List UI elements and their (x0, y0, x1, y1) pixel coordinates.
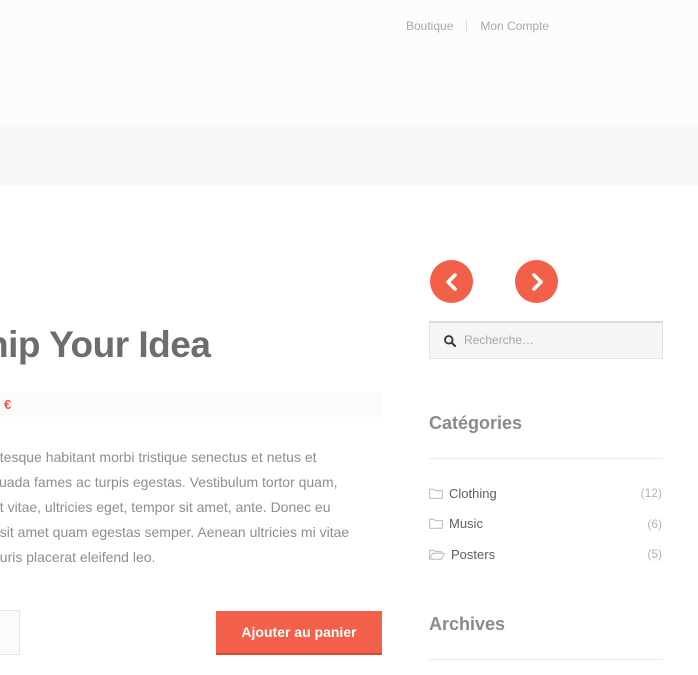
search-box (429, 321, 663, 359)
shop-link[interactable]: Boutique (406, 19, 453, 33)
category-item-clothing[interactable]: Clothing (12) (429, 478, 663, 509)
price-bar: € (0, 393, 382, 417)
add-to-cart-button[interactable]: Ajouter au panier (216, 611, 382, 655)
product-price: € (4, 397, 12, 412)
product-title: hip Your Idea (0, 324, 211, 365)
chevron-left-icon (445, 272, 457, 291)
next-product-button[interactable] (515, 260, 558, 303)
category-list: Clothing (12) Music (6) Posters (5) (429, 478, 663, 570)
description-line: auris placerat eleifend leo. (0, 549, 156, 565)
category-count: (12) (640, 486, 662, 501)
chevron-right-icon (531, 272, 543, 291)
category-count: (5) (647, 547, 662, 562)
category-name: Posters (451, 546, 496, 562)
search-input[interactable] (464, 325, 656, 355)
product-description: ntesque habitant morbi tristique senectu… (0, 445, 384, 570)
quantity-input[interactable] (0, 610, 20, 655)
widget-divider (429, 659, 663, 660)
archives-title: Archives (429, 614, 506, 634)
navigation-band (0, 127, 698, 186)
search-icon (444, 335, 456, 347)
category-item-music[interactable]: Music (6) (429, 509, 663, 540)
top-header: Boutique Mon Compte (0, 0, 698, 127)
folder-icon (429, 488, 443, 499)
folder-icon (429, 518, 443, 530)
link-separator (466, 19, 468, 33)
category-name: Music (449, 516, 483, 532)
description-line: suada fames ac turpis egestas. Vestibulu… (0, 474, 338, 490)
category-name: Clothing (449, 485, 497, 501)
description-line: at vitae, ultricies eget, tempor sit ame… (0, 499, 331, 515)
previous-product-button[interactable] (430, 260, 473, 303)
category-item-posters[interactable]: Posters (5) (429, 539, 663, 570)
description-line: ntesque habitant morbi tristique senectu… (0, 449, 317, 465)
folder-open-icon (429, 549, 445, 560)
header-links: Boutique Mon Compte (406, 19, 549, 33)
category-count: (6) (647, 516, 662, 531)
description-line: , sit amet quam egestas semper. Aenean u… (0, 524, 350, 540)
my-account-link[interactable]: Mon Compte (480, 19, 549, 33)
categories-title: Catégories (429, 413, 523, 433)
widget-divider (429, 458, 663, 459)
